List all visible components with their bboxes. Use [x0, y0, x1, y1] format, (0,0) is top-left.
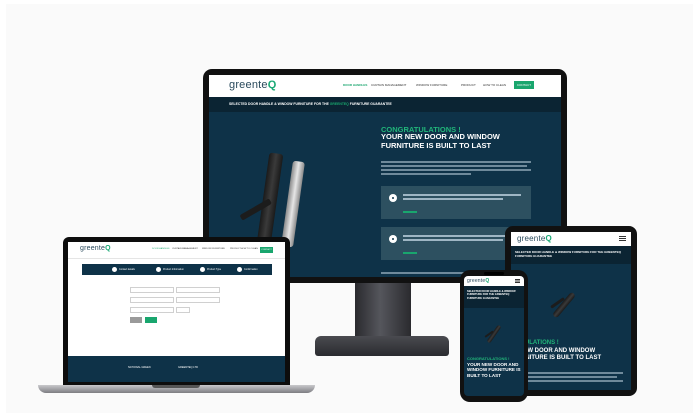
phone-hero-title: YOUR NEW DOOR AND WINDOW FURNITURE IS BU… — [467, 362, 521, 378]
tablet-hero-title: R NEW DOOR AND WINDOW FURNITURE IS BUILT… — [513, 348, 602, 361]
nav-link-door-handles[interactable]: DOOR HANDLES — [343, 83, 367, 87]
desktop-banner-text: SELECTED DOOR HANDLE & WINDOW FURNITURE … — [229, 102, 392, 106]
step-icon — [200, 267, 205, 272]
laptop-screen: greenteQ DOOR HANDLES CURTAIN MANAGEMENT… — [68, 242, 285, 382]
tablet-paragraph-line — [513, 372, 623, 374]
phone-logo[interactable]: greenteQ — [467, 278, 489, 284]
monitor-stand-base — [315, 336, 449, 356]
tablet-paragraph-line — [513, 376, 617, 378]
phone-screen: greenteQ SELECTED DOOR HANDLE & WINDOW F… — [464, 276, 524, 396]
phone-hero-congrats: CONGRATULATIONS ! — [467, 356, 510, 361]
tablet-banner-text: SELECTED DOOR HANDLE & WINDOW FURNITURE … — [515, 250, 621, 258]
next-button[interactable] — [145, 317, 157, 323]
phone-navbar: greenteQ — [464, 276, 524, 286]
phone-notch — [484, 272, 504, 275]
laptop-nav-link[interactable]: WINDOW FURNITURE — [202, 248, 225, 250]
monitor-stand-neck — [355, 283, 411, 338]
laptop-footer-right: GREENTEQ LTD — [178, 366, 198, 369]
hamburger-menu-icon[interactable] — [619, 236, 626, 237]
step-label[interactable]: Product Type — [207, 268, 221, 271]
door-handle-backplate — [281, 160, 305, 248]
step-label[interactable]: Contact details — [119, 268, 135, 271]
step-label[interactable]: Confirmation — [244, 268, 258, 271]
desktop-logo[interactable]: greenteQ — [229, 79, 276, 91]
form-field[interactable] — [176, 287, 220, 293]
desktop-navbar: greenteQ DOOR HANDLES CURTAIN MANAGEMENT… — [209, 75, 561, 97]
info-card-icon — [389, 194, 397, 202]
info-card-1 — [381, 186, 531, 219]
hero-paragraph-line — [381, 173, 471, 175]
laptop-nav-link[interactable]: PRODUCT — [230, 248, 241, 250]
info-card-link[interactable] — [403, 211, 417, 213]
laptop-steps-bar: Contact details Product Information Prod… — [82, 264, 272, 275]
door-handle-image — [256, 152, 284, 246]
laptop-footer: NATIONAL GREEN GREENTEQ LTD — [68, 356, 285, 382]
laptop-navbar: greenteQ DOOR HANDLES CURTAIN MANAGEMENT… — [68, 242, 285, 259]
tablet-paragraph-line — [513, 380, 623, 382]
tablet-screen: greenteQ SELECTED DOOR HANDLE & WINDOW F… — [511, 232, 631, 390]
form-field[interactable] — [130, 287, 174, 293]
desktop-banner: SELECTED DOOR HANDLE & WINDOW FURNITURE … — [209, 97, 561, 112]
info-card-link[interactable] — [403, 252, 417, 254]
step-icon — [112, 267, 117, 272]
laptop-notch — [152, 385, 200, 388]
laptop-contact-button[interactable]: CONTACT — [260, 247, 273, 253]
back-button[interactable] — [130, 317, 142, 323]
hero-paragraph-line — [381, 161, 531, 163]
info-card-icon — [389, 235, 397, 243]
desktop-hero-title: YOUR NEW DOOR AND WINDOW FURNITURE IS BU… — [381, 132, 500, 150]
tablet-navbar: greenteQ — [511, 232, 631, 246]
step-icon — [237, 267, 242, 272]
hero-paragraph-line — [381, 165, 527, 167]
phone-hamburger-icon[interactable] — [515, 279, 520, 280]
form-field[interactable] — [176, 297, 220, 303]
nav-link-how-to-clean[interactable]: HOW TO CLEAN — [483, 83, 506, 87]
phone-banner-text: SELECTED DOOR HANDLE & WINDOW FURNITURE … — [467, 290, 516, 300]
form-field[interactable] — [176, 307, 190, 313]
phone-banner: SELECTED DOOR HANDLE & WINDOW FURNITURE … — [464, 286, 524, 308]
laptop-nav-link[interactable]: DOOR HANDLES — [152, 248, 170, 250]
form-field[interactable] — [130, 297, 174, 303]
nav-link-product[interactable]: PRODUCT — [461, 83, 476, 87]
laptop-logo[interactable]: greenteQ — [80, 245, 111, 252]
laptop-footer-left: NATIONAL GREEN — [128, 366, 151, 369]
laptop-nav-link[interactable]: CURTAIN MANAGEMENT — [172, 248, 198, 250]
tablet-logo[interactable]: greenteQ — [517, 234, 552, 243]
form-field[interactable] — [130, 307, 174, 313]
hero-paragraph-line — [381, 169, 531, 171]
step-icon — [156, 267, 161, 272]
nav-link-curtain[interactable]: CURTAIN MANAGEMENT — [371, 83, 406, 87]
step-label[interactable]: Product Information — [163, 268, 184, 271]
laptop-nav-link[interactable]: HOW TO CLEAN — [241, 248, 258, 250]
tablet-banner: SELECTED DOOR HANDLE & WINDOW FURNITURE … — [511, 246, 631, 264]
nav-link-window[interactable]: WINDOW FURNITURE — [416, 83, 447, 87]
desktop-contact-button[interactable]: CONTACT — [514, 81, 534, 89]
